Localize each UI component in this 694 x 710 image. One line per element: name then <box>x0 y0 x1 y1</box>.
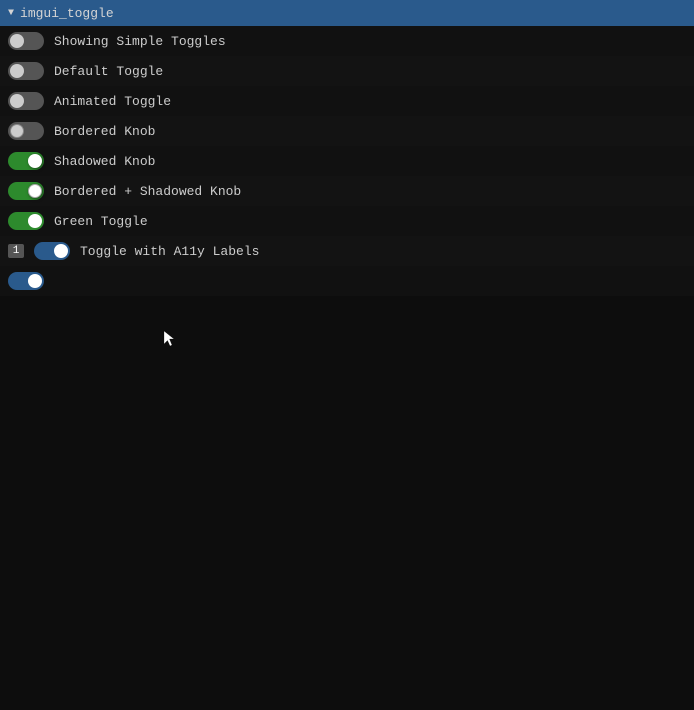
label-animated: Animated Toggle <box>54 94 171 109</box>
row-shadowed: Shadowed Knob <box>0 146 694 176</box>
title-text: imgui_toggle <box>20 6 114 21</box>
label-bordered-shadowed: Bordered + Shadowed Knob <box>54 184 241 199</box>
row-animated: Animated Toggle <box>0 86 694 116</box>
toggle-animated[interactable] <box>8 92 44 110</box>
toggle-green[interactable] <box>8 212 44 230</box>
row-bordered-shadowed: Bordered + Shadowed Knob <box>0 176 694 206</box>
header-toggle[interactable] <box>8 32 44 50</box>
row-default: Default Toggle <box>0 56 694 86</box>
toggle-a11y[interactable] <box>34 242 70 260</box>
label-bordered: Bordered Knob <box>54 124 155 139</box>
toggle-bordered[interactable] <box>8 122 44 140</box>
label-shadowed: Shadowed Knob <box>54 154 155 169</box>
row-green: Green Toggle <box>0 206 694 236</box>
toggle-default[interactable] <box>8 62 44 80</box>
toggle-shadowed[interactable] <box>8 152 44 170</box>
title-arrow: ▼ <box>8 8 14 19</box>
badge-a11y: 1 <box>8 244 24 258</box>
toggle-bottom[interactable] <box>8 272 44 290</box>
header-label: Showing Simple Toggles <box>54 34 226 49</box>
cursor-arrow <box>163 330 177 352</box>
row-bottom <box>0 266 694 296</box>
label-default: Default Toggle <box>54 64 163 79</box>
row-bordered: Bordered Knob <box>0 116 694 146</box>
label-a11y: Toggle with A11y Labels <box>80 244 259 259</box>
title-bar: ▼ imgui_toggle <box>0 0 694 26</box>
main-content: Showing Simple Toggles Default Toggle An… <box>0 26 694 296</box>
label-green: Green Toggle <box>54 214 148 229</box>
header-row: Showing Simple Toggles <box>0 26 694 56</box>
toggle-bordered-shadowed[interactable] <box>8 182 44 200</box>
row-a11y: 1 Toggle with A11y Labels <box>0 236 694 266</box>
